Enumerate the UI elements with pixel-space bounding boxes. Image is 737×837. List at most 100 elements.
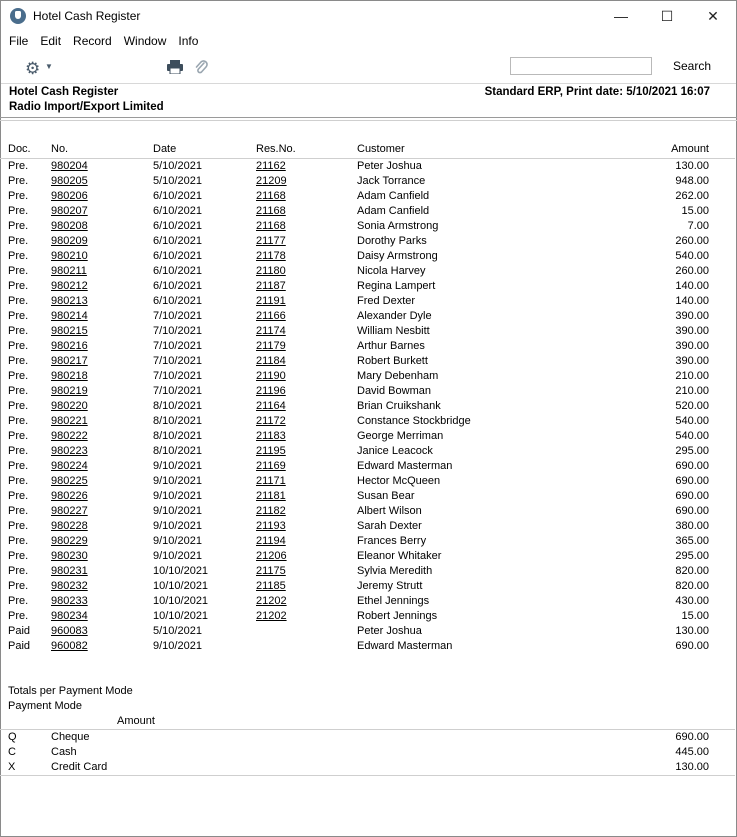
doc-number-link[interactable]: 980231 [51,564,88,579]
doc-number-link[interactable]: 980218 [51,369,88,384]
payment-mode-name: Cash [51,746,77,758]
doc-number-link[interactable]: 980217 [51,354,88,369]
close-button[interactable]: ✕ [690,1,736,31]
reservation-link[interactable]: 21177 [256,234,286,249]
amount-cell: 130.00 [675,160,709,172]
reservation-link[interactable]: 21179 [256,339,286,354]
doc-number-link[interactable]: 980220 [51,399,88,414]
doc-number-link[interactable]: 980224 [51,459,88,474]
reservation-link[interactable]: 21164 [256,399,286,414]
customer-cell: Sonia Armstrong [357,220,439,232]
reservation-link[interactable]: 21180 [256,264,286,279]
reservation-link[interactable]: 21185 [256,579,286,594]
doc-number-link[interactable]: 980215 [51,324,88,339]
amount-cell: 390.00 [675,310,709,322]
reservation-link[interactable]: 21194 [256,534,286,549]
reservation-link[interactable]: 21174 [256,324,286,339]
doc-number-link[interactable]: 960082 [51,639,88,654]
customer-cell: Robert Burkett [357,355,428,367]
menu-record[interactable]: Record [67,34,118,48]
reservation-link[interactable]: 21178 [256,249,286,264]
doc-number-link[interactable]: 980226 [51,489,88,504]
table-row: Pre. 980218 7/10/2021 21190 Mary Debenham 210… [0,369,735,384]
doc-number-link[interactable]: 980223 [51,444,88,459]
reservation-link[interactable]: 21184 [256,354,286,369]
table-row: Pre. 980212 6/10/2021 21187 Regina Lampert 14… [0,279,735,294]
doc-number-link[interactable]: 980222 [51,429,88,444]
reservation-link[interactable]: 21196 [256,384,286,399]
doc-number-link[interactable]: 980211 [51,264,87,279]
reservation-link[interactable]: 21168 [256,204,286,219]
menu-file[interactable]: File [3,34,34,48]
col-doc: Doc. [8,143,31,155]
reservation-link[interactable]: 21162 [256,159,286,174]
reservation-link[interactable]: 21206 [256,549,287,564]
reservation-link[interactable]: 21182 [256,504,286,519]
doc-number-link[interactable]: 980208 [51,219,88,234]
paperclip-icon[interactable] [194,59,208,75]
doc-number-link[interactable]: 980206 [51,189,88,204]
reservation-link[interactable]: 21168 [256,219,286,234]
doc-number-link[interactable]: 980210 [51,249,88,264]
search-input[interactable] [510,57,652,75]
reservation-link[interactable]: 21187 [256,279,286,294]
doc-number-link[interactable]: 980227 [51,504,88,519]
maximize-button[interactable]: ☐ [644,1,690,31]
reservation-link[interactable]: 21172 [256,414,286,429]
amount-cell: 390.00 [675,355,709,367]
doc-number-link[interactable]: 980233 [51,594,88,609]
amount-cell: 540.00 [675,430,709,442]
doc-number-link[interactable]: 980230 [51,549,88,564]
doc-number-link[interactable]: 980207 [51,204,88,219]
reservation-link[interactable]: 21202 [256,594,287,609]
minimize-button[interactable]: — [598,1,644,31]
reservation-link[interactable]: 21169 [256,459,286,474]
doc-number-link[interactable]: 980213 [51,294,88,309]
reservation-link[interactable]: 21168 [256,189,286,204]
chevron-down-icon[interactable]: ▼ [45,62,53,71]
date-cell: 6/10/2021 [153,205,202,217]
doc-number-link[interactable]: 980219 [51,384,88,399]
menu-edit[interactable]: Edit [34,34,67,48]
amount-cell: 430.00 [675,595,709,607]
amount-cell: 690.00 [675,475,709,487]
reservation-link[interactable]: 21171 [256,474,286,489]
reservation-link[interactable]: 21181 [256,489,286,504]
table-row: Pre. 980234 10/10/2021 21202 Robert Jennings… [0,609,735,624]
doc-number-link[interactable]: 980214 [51,309,88,324]
reservation-link[interactable]: 21209 [256,174,287,189]
menu-info[interactable]: Info [172,34,204,48]
doc-number-link[interactable]: 980232 [51,579,88,594]
reservation-link[interactable]: 21193 [256,519,286,534]
reservation-link[interactable]: 21183 [256,429,286,444]
doc-number-link[interactable]: 980216 [51,339,88,354]
doc-number-link[interactable]: 980204 [51,159,88,174]
doc-cell: Pre. [8,325,29,337]
payment-mode-list: Q Cheque 690.00 C Cash 445.00 X Credit Card 130.… [0,730,735,776]
reservation-link[interactable]: 21175 [256,564,286,579]
reservation-link[interactable]: 21166 [256,309,286,324]
doc-number-link[interactable]: 960083 [51,624,88,639]
menu-window[interactable]: Window [118,34,173,48]
reservation-link[interactable]: 21190 [256,369,286,384]
doc-number-link[interactable]: 980229 [51,534,88,549]
reservation-link[interactable]: 21195 [256,444,286,459]
gear-icon[interactable]: ⚙ [25,59,40,79]
doc-cell: Pre. [8,160,29,172]
doc-number-link[interactable]: 980212 [51,279,88,294]
col-res-no: Res.No. [256,143,296,155]
doc-number-link[interactable]: 980228 [51,519,88,534]
payment-mode-amount: 445.00 [675,746,709,758]
doc-number-link[interactable]: 980225 [51,474,88,489]
doc-number-link[interactable]: 980221 [51,414,88,429]
doc-number-link[interactable]: 980209 [51,234,88,249]
doc-number-link[interactable]: 980205 [51,174,88,189]
doc-number-link[interactable]: 980234 [51,609,88,624]
transaction-list: Pre. 980204 5/10/2021 21162 Peter Joshua 130.… [0,159,735,654]
printer-icon[interactable] [167,60,183,74]
window-controls: — ☐ ✕ [598,1,736,31]
search-button[interactable]: Search [673,59,711,73]
customer-cell: Alexander Dyle [357,310,432,322]
reservation-link[interactable]: 21202 [256,609,287,624]
reservation-link[interactable]: 21191 [256,294,286,309]
